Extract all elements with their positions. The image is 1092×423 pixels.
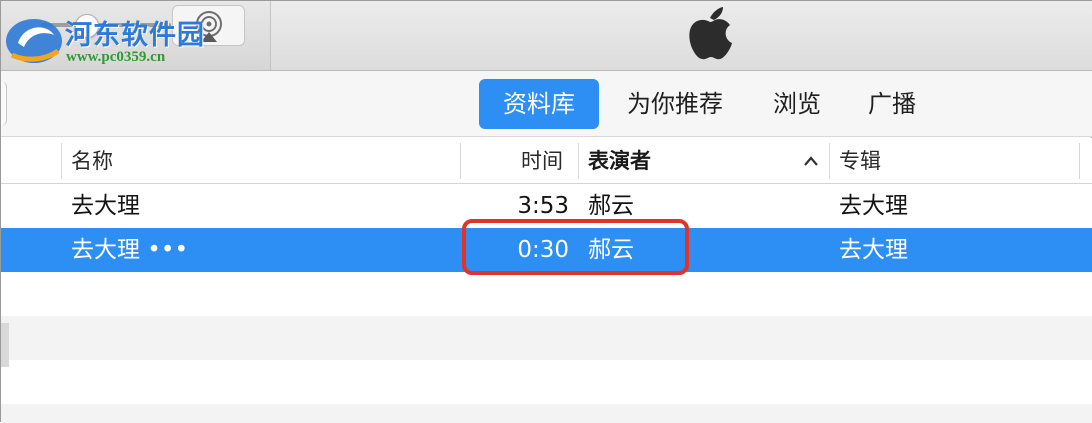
column-divider[interactable]	[829, 143, 830, 179]
apple-logo	[689, 7, 732, 60]
empty-table-row	[1, 360, 1092, 404]
column-header-artist[interactable]: 表演者	[588, 138, 651, 184]
sidebar-edge	[1, 81, 7, 126]
column-divider[interactable]	[61, 143, 62, 179]
empty-table-row	[1, 404, 1092, 423]
navigation-bar: 资料库 为你推荐 浏览 广播	[1, 71, 1092, 137]
column-header-album[interactable]: 专辑	[839, 138, 881, 184]
column-divider[interactable]	[460, 143, 461, 179]
sidebar-edge	[1, 323, 9, 367]
column-header-name[interactable]: 名称	[71, 138, 113, 184]
highlight-annotation-box	[462, 219, 689, 275]
sort-ascending-icon[interactable]	[803, 154, 819, 168]
column-divider[interactable]	[1079, 143, 1080, 179]
tab-for-you[interactable]: 为你推荐	[611, 79, 739, 129]
column-header-time[interactable]: 时间	[521, 138, 563, 184]
tab-radio[interactable]: 广播	[853, 79, 931, 129]
song-album: 去大理	[839, 237, 908, 263]
song-album: 去大理	[839, 193, 908, 219]
watermark-url: www.pc0359.cn	[66, 49, 166, 65]
watermark-title: 河东软件园	[65, 20, 205, 51]
window-toolbar: 河东软件园 www.pc0359.cn	[1, 1, 1092, 71]
watermark-logo-icon	[6, 19, 62, 63]
song-name: 去大理 •••	[71, 237, 189, 263]
tab-browse[interactable]: 浏览	[759, 79, 835, 129]
empty-table-row	[1, 316, 1092, 360]
column-divider[interactable]	[578, 143, 579, 179]
song-table-header: 名称 时间 表演者 专辑	[1, 138, 1092, 184]
song-name: 去大理	[71, 193, 140, 219]
tab-library[interactable]: 资料库	[479, 79, 599, 129]
empty-table-row	[1, 272, 1092, 316]
